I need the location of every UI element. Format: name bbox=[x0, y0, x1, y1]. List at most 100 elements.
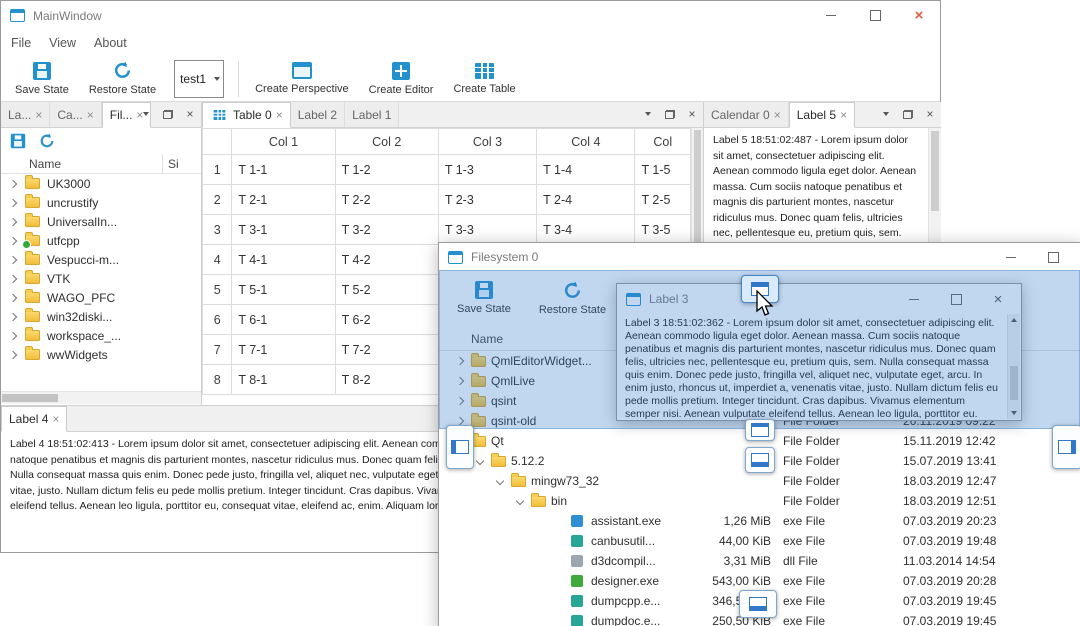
chevron-right-icon[interactable] bbox=[8, 350, 18, 359]
tab-close-icon[interactable] bbox=[52, 413, 59, 425]
table-cell[interactable]: T 3-5 bbox=[634, 214, 691, 245]
undock-button[interactable] bbox=[160, 105, 176, 123]
dock-indicator-bottom[interactable] bbox=[739, 590, 777, 618]
scrollbar-thumb[interactable] bbox=[931, 131, 939, 211]
chevron-down-icon[interactable] bbox=[515, 496, 525, 506]
table-row-header[interactable]: 5 bbox=[202, 274, 233, 305]
file-row-d3dcompil[interactable]: d3dcompil... 3,31 MiB dll File 11.03.2014 1… bbox=[439, 551, 1080, 571]
tree-item-utfcpp[interactable]: utfcpp bbox=[1, 231, 201, 250]
table-cell[interactable]: T 5-1 bbox=[231, 274, 336, 305]
file-row-canbusutil[interactable]: canbusutil... 44,00 KiB exe File 07.03.2019… bbox=[439, 531, 1080, 551]
table-row-header[interactable]: 6 bbox=[202, 304, 233, 335]
create-table-button[interactable]: Create Table bbox=[443, 57, 525, 101]
dock-indicator-left[interactable] bbox=[446, 425, 474, 469]
tree-item-win32diski[interactable]: win32diski... bbox=[1, 307, 201, 326]
create-perspective-button[interactable]: Create Perspective bbox=[245, 57, 359, 101]
menu-item-file[interactable]: File bbox=[2, 36, 40, 50]
table-cell[interactable]: T 3-1 bbox=[231, 214, 336, 245]
tab-close-icon[interactable] bbox=[774, 109, 781, 121]
chevron-right-icon[interactable] bbox=[8, 331, 18, 340]
splitter-left-center[interactable] bbox=[199, 102, 204, 406]
center-dock-tab-label-2[interactable]: Label 2 bbox=[290, 102, 346, 127]
tab-close-icon[interactable] bbox=[276, 109, 283, 121]
bottom-dock-tab-label-4[interactable]: Label 4 bbox=[1, 406, 68, 432]
table-cell[interactable]: T 1-2 bbox=[334, 154, 439, 185]
file-row-bin[interactable]: bin File Folder 18.03.2019 12:51 bbox=[439, 491, 1080, 511]
menu-item-about[interactable]: About bbox=[85, 36, 136, 50]
left-dock-tab-ca[interactable]: Ca... bbox=[50, 102, 102, 127]
chevron-right-icon[interactable] bbox=[8, 217, 18, 226]
tab-menu-button[interactable] bbox=[640, 105, 656, 123]
dock-close-button[interactable] bbox=[922, 105, 938, 123]
dock-close-button[interactable] bbox=[182, 105, 198, 123]
chevron-right-icon[interactable] bbox=[8, 274, 18, 283]
dock-indicator-center[interactable] bbox=[745, 419, 775, 441]
tree-item-workspace[interactable]: workspace_... bbox=[1, 326, 201, 345]
table-row-header[interactable]: 3 bbox=[202, 214, 233, 245]
table-cell[interactable]: T 4-2 bbox=[334, 244, 439, 275]
chevron-right-icon[interactable] bbox=[8, 312, 18, 321]
restore-state-button[interactable]: Restore State bbox=[79, 57, 166, 101]
table-cell[interactable]: T 5-2 bbox=[334, 274, 439, 305]
main-titlebar[interactable]: MainWindow bbox=[1, 1, 940, 30]
table-column-header[interactable]: Col bbox=[634, 128, 691, 155]
table-row-header[interactable]: 4 bbox=[202, 244, 233, 275]
tree-item-vespucci-m[interactable]: Vespucci-m... bbox=[1, 250, 201, 269]
table-cell[interactable]: T 7-2 bbox=[334, 334, 439, 365]
table-cell[interactable]: T 3-4 bbox=[536, 214, 636, 245]
table-row-header[interactable]: 1 bbox=[202, 154, 233, 185]
chevron-right-icon[interactable] bbox=[8, 255, 18, 264]
table-cell[interactable]: T 4-1 bbox=[231, 244, 336, 275]
table-cell[interactable]: T 2-2 bbox=[334, 184, 439, 215]
table-column-header[interactable]: Col 3 bbox=[437, 128, 538, 155]
table-cell[interactable]: T 1-1 bbox=[231, 154, 336, 185]
table-cell[interactable]: T 1-3 bbox=[437, 154, 538, 185]
chevron-down-icon[interactable] bbox=[475, 456, 485, 466]
table-row-header[interactable]: 7 bbox=[202, 334, 233, 365]
minimize-button[interactable] bbox=[810, 1, 852, 30]
column-header-size[interactable]: Si bbox=[168, 157, 179, 171]
table-cell[interactable]: T 2-1 bbox=[231, 184, 336, 215]
chevron-right-icon[interactable] bbox=[8, 236, 18, 245]
create-editor-button[interactable]: Create Editor bbox=[359, 57, 444, 101]
center-dock-tab-table-0[interactable]: Table 0 bbox=[202, 102, 291, 128]
file-row-designer-exe[interactable]: designer.exe 543,00 KiB exe File 07.03.2019… bbox=[439, 571, 1080, 591]
minimize-button[interactable] bbox=[990, 243, 1032, 271]
save-icon[interactable] bbox=[10, 133, 26, 149]
file-row-mingw73-32[interactable]: mingw73_32 File Folder 18.03.2019 12:47 bbox=[439, 471, 1080, 491]
tree-item-uncrustify[interactable]: uncrustify bbox=[1, 193, 201, 212]
table-cell[interactable]: T 8-1 bbox=[231, 364, 336, 395]
table-cell[interactable]: T 2-3 bbox=[437, 184, 538, 215]
column-header-name[interactable]: Name bbox=[29, 157, 61, 171]
table-cell[interactable]: T 7-1 bbox=[231, 334, 336, 365]
dock-indicator-right[interactable] bbox=[1052, 425, 1080, 469]
table-cell[interactable]: T 1-5 bbox=[634, 154, 691, 185]
close-button[interactable] bbox=[1074, 243, 1080, 271]
tab-close-icon[interactable] bbox=[35, 109, 42, 121]
chevron-right-icon[interactable] bbox=[8, 198, 18, 207]
maximize-button[interactable] bbox=[1032, 243, 1074, 271]
table-cell[interactable]: T 2-4 bbox=[536, 184, 636, 215]
scrollbar-thumb[interactable] bbox=[2, 394, 58, 402]
tree-item-universalin[interactable]: UniversalIn... bbox=[1, 212, 201, 231]
tree-item-wago-pfc[interactable]: WAGO_PFC bbox=[1, 288, 201, 307]
right-dock-tab-calendar-0[interactable]: Calendar 0 bbox=[704, 102, 789, 127]
table-row-header[interactable]: 8 bbox=[202, 364, 233, 395]
restore-icon[interactable] bbox=[39, 133, 55, 149]
chevron-down-icon[interactable] bbox=[495, 476, 505, 486]
scrollbar-thumb[interactable] bbox=[694, 130, 701, 252]
tab-close-icon[interactable] bbox=[87, 109, 94, 121]
table-cell[interactable]: T 6-1 bbox=[231, 304, 336, 335]
center-dock-tab-label-1[interactable]: Label 1 bbox=[345, 102, 400, 127]
table-cell[interactable]: T 2-5 bbox=[634, 184, 691, 215]
file-row-assistant-exe[interactable]: assistant.exe 1,26 MiB exe File 07.03.2019 … bbox=[439, 511, 1080, 531]
perspective-combobox[interactable]: test1 bbox=[174, 59, 225, 98]
chevron-right-icon[interactable] bbox=[8, 293, 18, 302]
save-state-button[interactable]: Save State bbox=[5, 57, 79, 101]
tree-item-wwwidgets[interactable]: wwWidgets bbox=[1, 345, 201, 364]
dock-indicator-center-bottom[interactable] bbox=[745, 447, 775, 473]
undock-button[interactable] bbox=[900, 105, 916, 123]
table-cell[interactable]: T 8-2 bbox=[334, 364, 439, 395]
table-cell[interactable]: T 6-2 bbox=[334, 304, 439, 335]
tab-menu-button[interactable] bbox=[878, 105, 894, 123]
